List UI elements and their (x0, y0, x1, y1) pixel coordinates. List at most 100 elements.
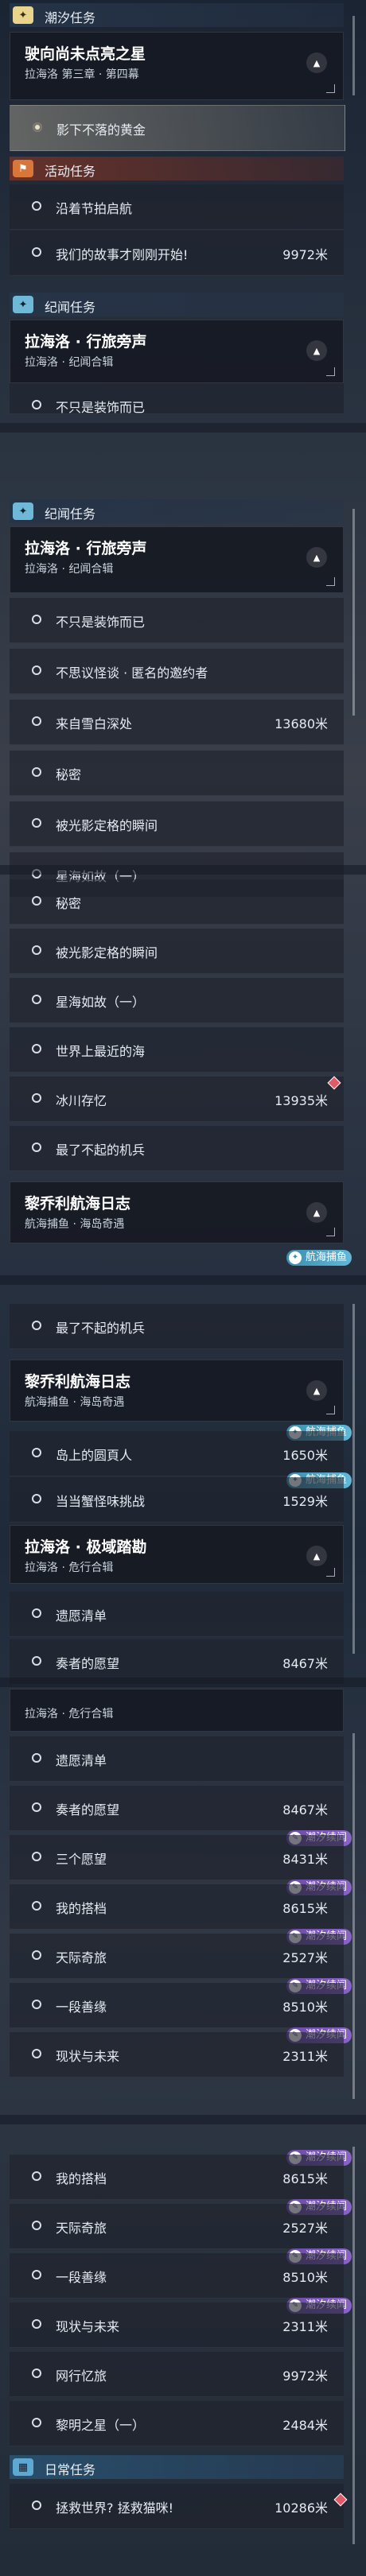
quest-row[interactable]: 沿着节拍启航 (10, 184, 344, 230)
annal-section-header[interactable]: ✦ 纪闻任务 (10, 499, 344, 523)
collapse-chevron-icon[interactable]: ▲ (306, 547, 327, 568)
quest-group-card[interactable]: 黎乔利航海日志 航海捕鱼 · 海岛奇遇 ▲ (10, 1181, 344, 1243)
quest-row[interactable]: 岛上的圆頁人 1650米 (10, 1431, 344, 1476)
quest-row[interactable]: 影下不落的黄金 (10, 105, 345, 151)
scrollbar[interactable] (352, 1304, 355, 1654)
quest-row[interactable]: 被光影定格的瞬间 (10, 801, 344, 847)
quest-name: 最了不起的机兵 (56, 1143, 146, 1158)
sailing-fishing-tag: ✦航海捕鱼 (286, 1250, 352, 1266)
quest-group-card[interactable]: 驶向尚未点亮之星 拉海洛 第三章 · 第四幕 ▲ (10, 32, 344, 100)
quest-row[interactable]: 冰川存忆 13935米 (10, 1077, 344, 1122)
quest-row[interactable]: 现状与未来 2311米 (10, 2032, 344, 2077)
quest-row[interactable]: 不只是装饰而已 (10, 383, 344, 415)
quest-group-card[interactable]: 拉海洛 · 危行合辑 (10, 1689, 344, 1732)
corner-bracket-icon (326, 84, 335, 93)
quest-log-page: ✦ 潮汐任务驶向尚未点亮之星 拉海洛 第三章 · 第四幕 ▲ 影下不落的黄金 ⚑ 活动任务沿… (0, 0, 366, 2576)
section-title: 纪闻任务 (45, 300, 96, 315)
radio-circle-icon (32, 1321, 41, 1330)
quest-name: 一段善缘 (56, 2000, 107, 2015)
collapse-chevron-icon[interactable]: ▲ (306, 1546, 327, 1566)
quest-row[interactable]: 我的搭档 8615米 (10, 1884, 344, 1930)
radio-circle-icon (32, 1852, 41, 1861)
quest-row[interactable]: 一段善缘 8510米 (10, 2253, 344, 2299)
screenshot-divider (0, 1275, 366, 1285)
scrollbar[interactable] (352, 2147, 355, 2544)
quest-row[interactable]: 秘密 (10, 751, 344, 796)
radio-circle-icon (32, 2171, 41, 2181)
collapse-chevron-icon[interactable]: ▲ (306, 1380, 327, 1401)
act-section-header[interactable]: ⚑ 活动任务 (10, 157, 344, 180)
quest-row[interactable]: 不只是装饰而已 (10, 598, 344, 643)
quest-group-card[interactable]: 拉海洛 · 极域踏勘 拉海洛 · 危行合辑 ▲ (10, 1525, 344, 1584)
radio-circle-icon (32, 2270, 41, 2279)
quest-name: 遗愿清单 (56, 1608, 107, 1624)
quest-name: 被光影定格的瞬间 (56, 945, 158, 960)
quest-row[interactable]: 现状与未来 2311米 (10, 2302, 344, 2348)
quest-name: 遗愿清单 (56, 1753, 107, 1768)
quest-group-title: 黎乔利航海日志 (25, 1373, 131, 1391)
quest-group-title: 拉海洛 · 行旅旁声 (25, 540, 147, 557)
quest-row[interactable]: 我的搭档 8615米 (10, 2155, 344, 2200)
screenshot-divider (0, 423, 366, 433)
quest-group-card[interactable]: 拉海洛 · 行旅旁声 拉海洛 · 纪闻合辑 ▲ (10, 320, 344, 383)
quest-row[interactable]: 不思议怪谈 · 匿名的邀约者 (10, 649, 344, 694)
sparkle-icon: ✦ (13, 6, 33, 24)
radio-circle-icon (32, 1143, 41, 1152)
quest-row[interactable]: 拯救世界? 拯救猫咪! 10286米 (10, 2484, 344, 2529)
radio-circle-icon (32, 716, 41, 726)
collapse-chevron-icon[interactable]: ▲ (306, 1202, 327, 1223)
quest-row[interactable]: 三个愿望 8431米 (10, 1835, 344, 1880)
quest-name: 一段善缘 (56, 2270, 107, 2285)
fish-icon: ✦ (288, 1251, 302, 1264)
collapse-chevron-icon[interactable]: ▲ (306, 52, 327, 73)
quest-row[interactable]: 一段善缘 8510米 (10, 1983, 344, 2028)
quest-row[interactable]: 被光影定格的瞬间 (10, 929, 344, 974)
quest-row[interactable]: 遗愿清单 (10, 1736, 344, 1782)
quest-name: 我们的故事才刚刚开始! (56, 247, 189, 262)
quest-row[interactable]: 天际奇旅 2527米 (10, 2204, 344, 2249)
scrollbar[interactable] (352, 16, 355, 95)
quest-row[interactable]: 世界上最近的海 (10, 1027, 344, 1073)
quest-group-card[interactable]: 黎乔利航海日志 航海捕鱼 · 海岛奇遇 ▲ (10, 1360, 344, 1422)
radio-circle-icon (32, 2500, 41, 2510)
quest-distance: 2527米 (282, 2221, 328, 2236)
collapse-chevron-icon[interactable]: ▲ (306, 340, 327, 361)
quest-name: 秘密 (56, 896, 82, 911)
quest-row[interactable]: 奏者的愿望 8467米 (10, 1786, 344, 1831)
scrollbar[interactable] (352, 509, 355, 716)
radio-circle-icon (32, 1448, 41, 1457)
quest-distance: 9972米 (282, 2368, 328, 2384)
quest-row[interactable]: 最了不起的机兵 (10, 1304, 344, 1349)
quest-name: 最了不起的机兵 (56, 1321, 146, 1336)
quest-distance: 8467米 (282, 1656, 328, 1671)
quest-row[interactable]: 我们的故事才刚刚开始! 9972米 (10, 231, 344, 276)
quest-group-card[interactable]: 拉海洛 · 行旅旁声 拉海洛 · 纪闻合辑 ▲ (10, 526, 344, 593)
annal-section-header[interactable]: ✦ 纪闻任务 (10, 293, 344, 316)
quest-row[interactable]: 天际奇旅 2527米 (10, 1934, 344, 1979)
radio-circle-icon (32, 1802, 41, 1812)
scrollbar[interactable] (352, 1733, 355, 2099)
event-icon: ⚑ (13, 160, 33, 177)
radio-circle-icon (32, 2049, 41, 2058)
quest-name: 冰川存忆 (56, 1093, 107, 1108)
quest-row[interactable]: 秘密 (10, 879, 344, 925)
corner-bracket-icon (326, 1228, 335, 1236)
tide-section-header[interactable]: ✦ 潮汐任务 (10, 3, 344, 27)
corner-bracket-icon (326, 367, 335, 376)
daily-section-header[interactable]: ▦ 日常任务 (10, 2455, 344, 2479)
quest-row[interactable]: 当当蟹怪味挑战 1529米 (10, 1477, 344, 1523)
quest-row[interactable]: 网行忆旅 9972米 (10, 2352, 344, 2397)
quest-row[interactable]: 遗愿清单 (10, 1592, 344, 1637)
radio-circle-icon (32, 896, 41, 906)
quest-distance: 1650米 (282, 1448, 328, 1463)
quest-group-subtitle: 拉海洛 · 危行合辑 (25, 1562, 114, 1574)
quest-distance: 8467米 (282, 1802, 328, 1818)
quest-row[interactable]: 星海如故（一） (10, 978, 344, 1023)
radio-circle-icon (32, 995, 41, 1004)
quest-row[interactable]: 黎明之星（一） 2484米 (10, 2401, 344, 2446)
radio-circle-icon (32, 1494, 41, 1503)
quest-row[interactable]: 来自雪白深处 13680米 (10, 700, 344, 745)
quest-row[interactable]: 最了不起的机兵 (10, 1126, 344, 1171)
quest-name: 不只是装饰而已 (56, 615, 146, 630)
quest-name: 拯救世界? 拯救猫咪! (56, 2500, 173, 2516)
